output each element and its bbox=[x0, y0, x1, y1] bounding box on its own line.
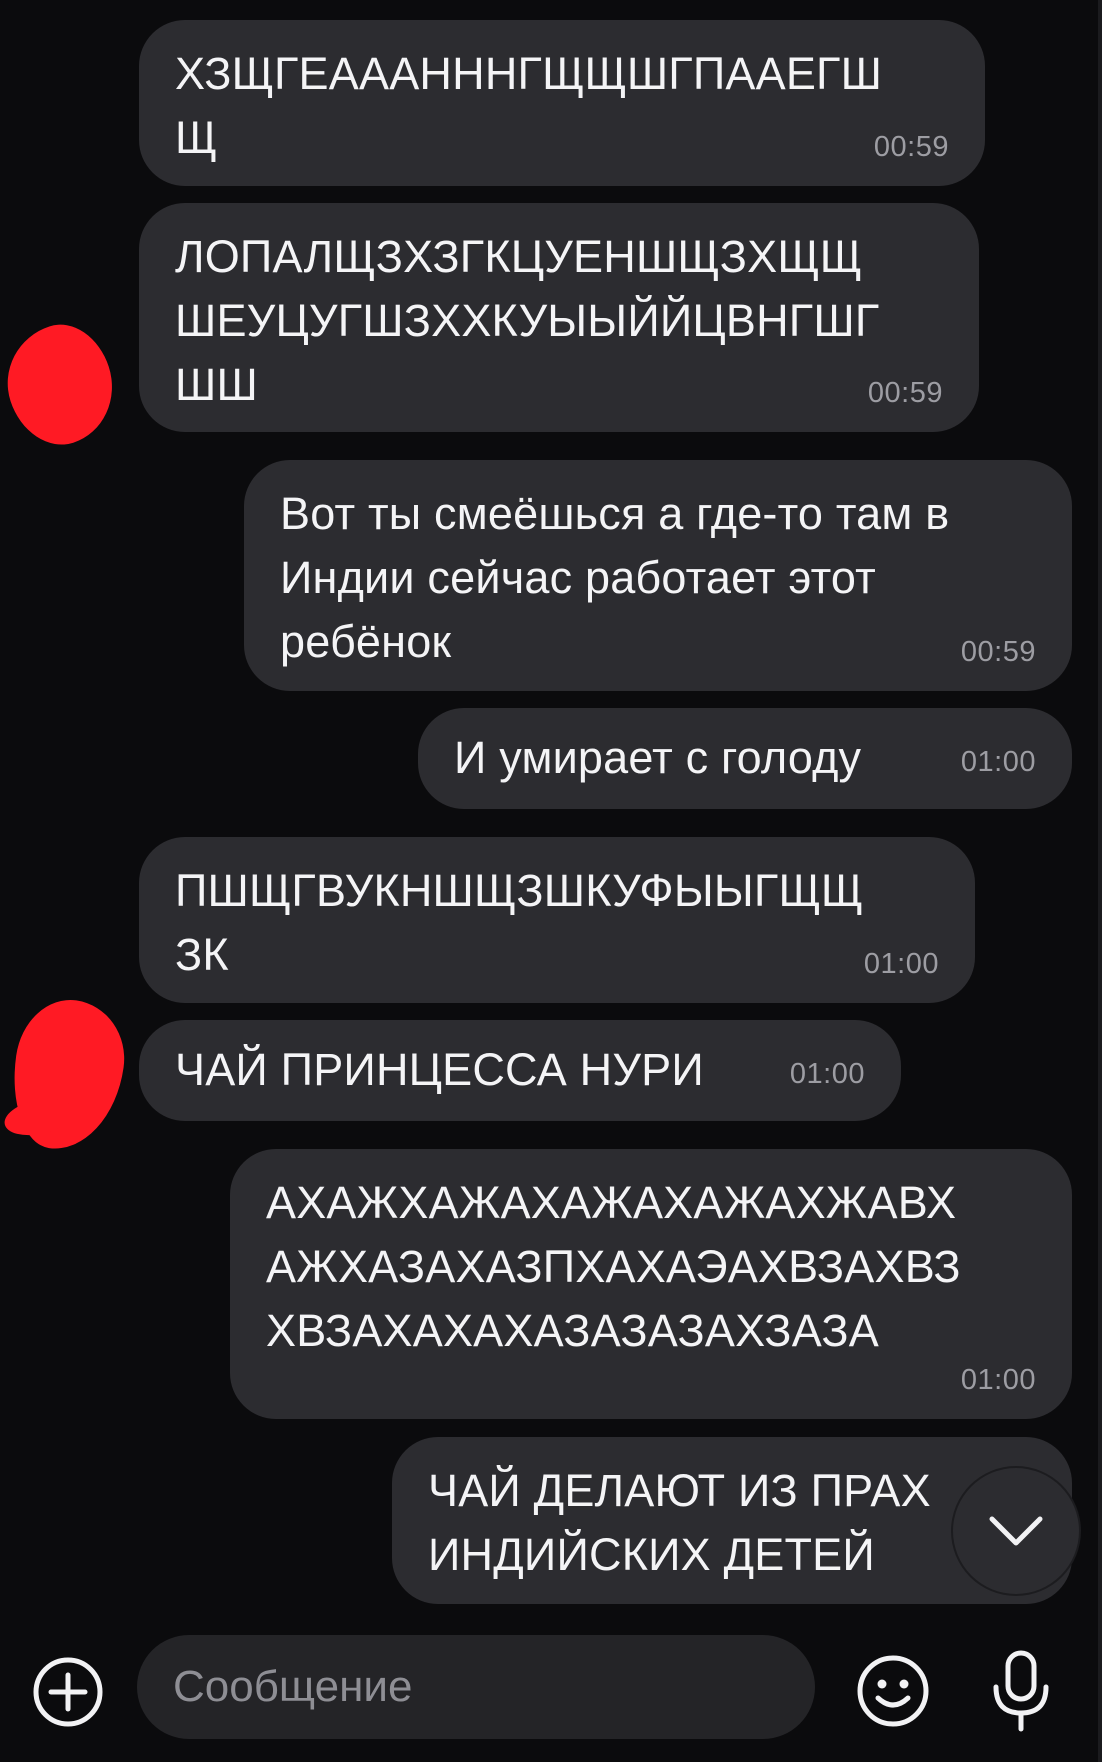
message-bubble-incoming[interactable]: ЛОПАЛЩЗХЗГКЦУЕНШЩЗХЩЩ ШЕУЦУГШЗХХКУЫЫЙЙЦВ… bbox=[139, 203, 979, 432]
message-text: И умирает с голоду bbox=[454, 732, 862, 783]
message-bubble-incoming[interactable]: ЧАЙ ПРИНЦЕССА НУРИ 01:00 bbox=[139, 1020, 901, 1121]
message-text: ХЗЩГЕАААННHГЩЩШГПААЕГШ Щ bbox=[175, 48, 883, 163]
message-text: ЛОПАЛЩЗХЗГКЦУЕНШЩЗХЩЩ ШЕУЦУГШЗХХКУЫЫЙЙЦВ… bbox=[175, 231, 880, 410]
redacted-avatar bbox=[0, 312, 128, 458]
emoji-button[interactable] bbox=[848, 1646, 938, 1736]
message-text: ПШЩГВУКНШЩЗШКУФЫЫГЩЩ ЗК bbox=[175, 865, 864, 980]
message-text: ЧАЙ ПРИНЦЕССА НУРИ bbox=[175, 1044, 704, 1095]
microphone-button[interactable] bbox=[978, 1644, 1064, 1738]
plus-circle-icon bbox=[33, 1657, 103, 1727]
message-text: ЧАЙ ДЕЛАЮТ ИЗ ПРАХ ИНДИЙСКИХ ДЕТЕЙ bbox=[428, 1465, 931, 1580]
attach-button[interactable] bbox=[24, 1648, 112, 1736]
message-input[interactable] bbox=[137, 1635, 815, 1739]
message-time: 00:59 bbox=[960, 636, 1036, 668]
scrollbar-edge bbox=[1098, 0, 1102, 1762]
message-time: 01:00 bbox=[960, 1364, 1036, 1396]
message-bubble-incoming[interactable]: ПШЩГВУКНШЩЗШКУФЫЫГЩЩ ЗК 01:00 bbox=[139, 837, 975, 1003]
chevron-down-icon bbox=[989, 1516, 1043, 1546]
scroll-to-bottom-button[interactable] bbox=[953, 1468, 1079, 1594]
message-time: 01:00 bbox=[863, 948, 939, 980]
message-bubble-outgoing[interactable]: И умирает с голоду 01:00 bbox=[418, 708, 1072, 809]
message-time: 00:59 bbox=[867, 377, 943, 409]
message-time: 01:00 bbox=[789, 1058, 865, 1090]
message-bubble-incoming[interactable]: ХЗЩГЕАААННHГЩЩШГПААЕГШ Щ 00:59 bbox=[139, 20, 985, 186]
message-bubble-outgoing[interactable]: Вот ты смеёшься а где-то там в Индии сей… bbox=[244, 460, 1072, 691]
message-time: 00:59 bbox=[873, 131, 949, 163]
message-time: 01:00 bbox=[960, 746, 1036, 778]
message-text: Вот ты смеёшься а где-то там в Индии сей… bbox=[280, 488, 950, 667]
smiley-icon bbox=[857, 1655, 929, 1727]
microphone-icon bbox=[993, 1650, 1049, 1732]
message-bubble-outgoing[interactable]: АХАЖХАЖАХАЖАХАЖАХЖАВХ АЖХАЗАХАЗПХАХАЭАХВ… bbox=[230, 1149, 1072, 1419]
message-list[interactable]: ХЗЩГЕАААННHГЩЩШГПААЕГШ Щ 00:59 ЛОПАЛЩЗХЗ… bbox=[0, 0, 1102, 1612]
message-text: АХАЖХАЖАХАЖАХАЖАХЖАВХ АЖХАЗАХАЗПХАХАЭАХВ… bbox=[266, 1177, 961, 1356]
